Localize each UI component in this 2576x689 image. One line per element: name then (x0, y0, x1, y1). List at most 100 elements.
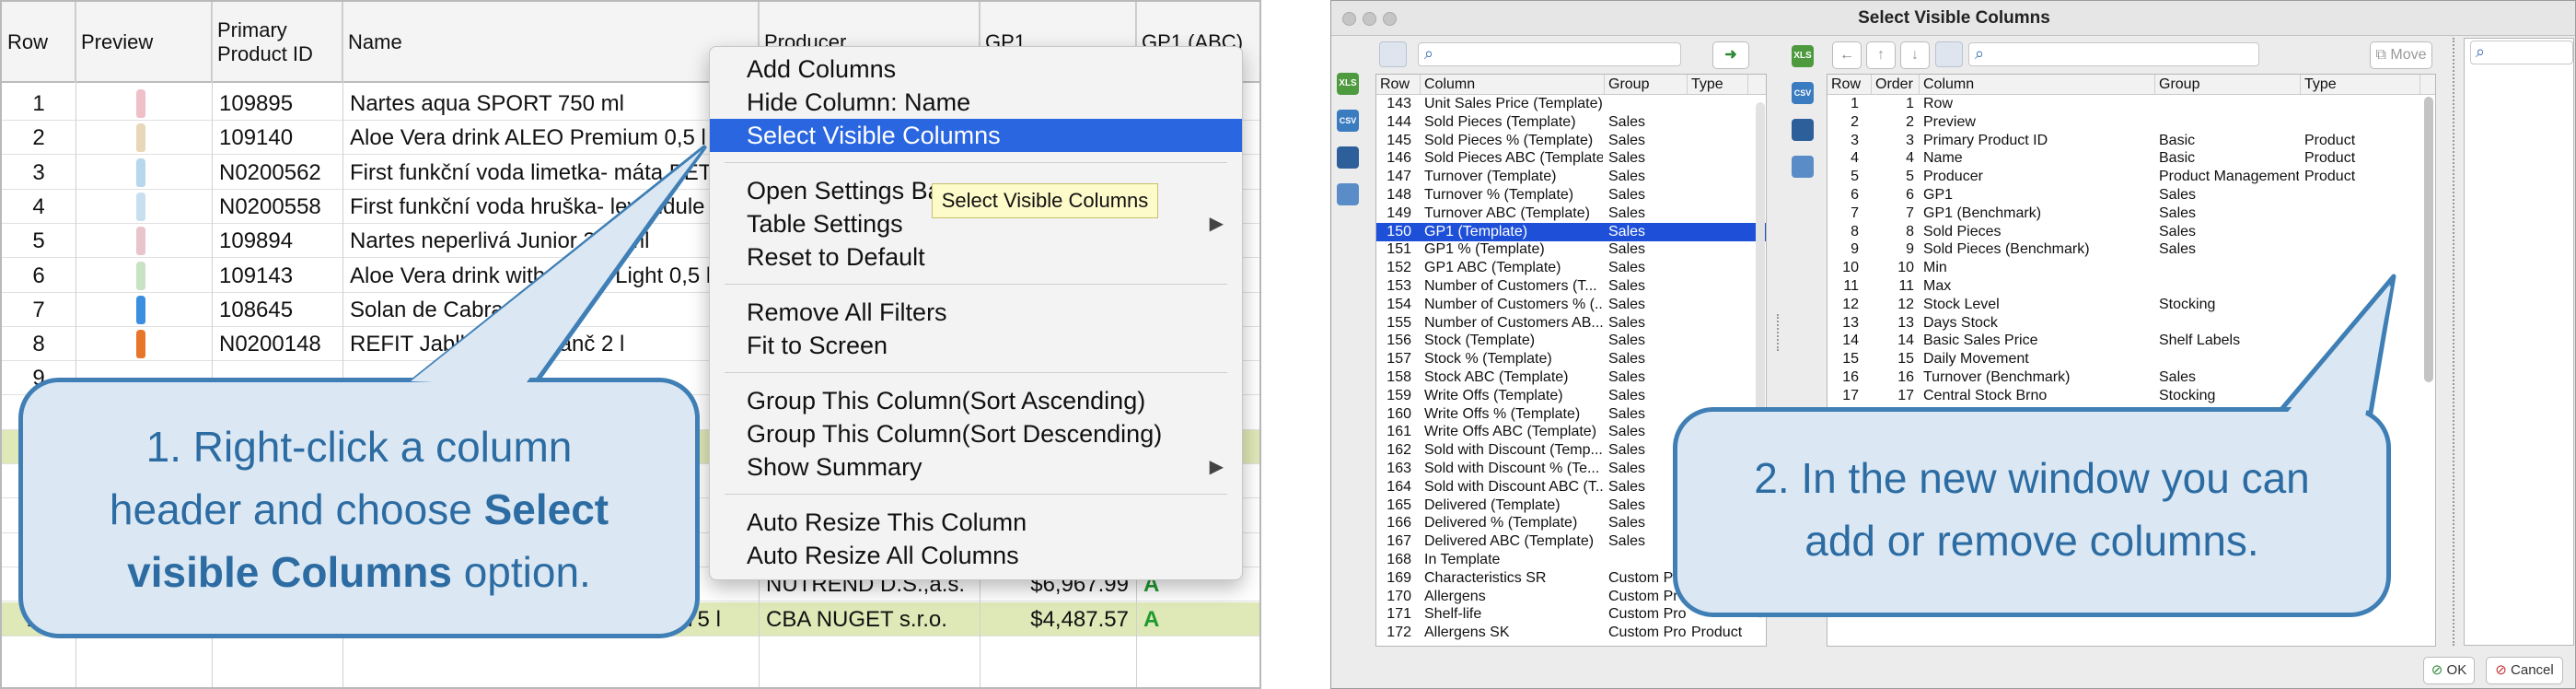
menu-item-label: Hide Column: Name (747, 88, 971, 116)
menu-item-auto-resize-all-columns[interactable]: Auto Resize All Columns (710, 539, 1242, 572)
visible-column-row[interactable]: 10 10 Min (1828, 259, 2435, 277)
header-primary-product-id[interactable]: Primary Product ID (212, 2, 342, 83)
table-settings-icon[interactable] (1337, 146, 1359, 169)
menu-item-auto-resize-this-column[interactable]: Auto Resize This Column (710, 506, 1242, 539)
cell: Product (1691, 625, 1743, 641)
visible-columns-search[interactable]: ⌕ (1968, 42, 2259, 66)
cancel-button[interactable]: ⊘ Cancel (2486, 657, 2563, 684)
ok-button[interactable]: ⊘ OK (2423, 657, 2475, 684)
cell: 13 (1897, 314, 1914, 331)
cell: Sales (2159, 223, 2197, 239)
visible-column-row[interactable]: 3 3 Primary Product ID Basic Product (1828, 132, 2435, 150)
menu-item-select-visible-columns[interactable]: Select Visible Columns (710, 119, 1242, 152)
menu-item-group-this-column-sort-descending[interactable]: Group This Column(Sort Descending) (710, 417, 1242, 450)
available-column-row[interactable]: 151 GP1 % (Template) Sales (1376, 240, 1766, 259)
available-column-row[interactable]: 148 Turnover % (Template) Sales (1376, 186, 1766, 204)
header-row[interactable]: Row (2, 2, 75, 83)
header-name[interactable]: Name (342, 2, 759, 83)
table-settings-icon-2[interactable] (1792, 119, 1814, 141)
available-column-row[interactable]: 156 Stock (Template) Sales (1376, 332, 1766, 350)
available-column-row[interactable]: 154 Number of Customers % (... Sales (1376, 296, 1766, 314)
available-column-row[interactable]: 172 Allergens SK Custom Properties Product (1376, 624, 1766, 642)
vcol-type[interactable]: Type (2301, 75, 2420, 95)
vcol-column[interactable]: Column (1920, 75, 2155, 95)
vcol-order[interactable]: Order (1872, 75, 1920, 95)
menu-item-show-summary[interactable]: Show Summary ▶ (710, 450, 1242, 484)
chart-icon-2[interactable] (1792, 156, 1814, 178)
visible-column-row[interactable]: 12 12 Stock Level Stocking (1828, 296, 2435, 314)
close-window-button[interactable] (1342, 12, 1356, 26)
visible-scrollbar[interactable] (2424, 97, 2433, 382)
splitter-handle[interactable] (1777, 314, 1782, 351)
visible-column-row[interactable]: 6 6 GP1 Sales (1828, 186, 2435, 204)
available-column-row[interactable]: 152 GP1 ABC (Template) Sales (1376, 259, 1766, 277)
cell: 3 (1851, 132, 1859, 148)
table-settings-button-2[interactable] (1935, 41, 1963, 67)
export-xls-icon-2[interactable]: XLS (1792, 45, 1814, 67)
visible-column-row[interactable]: 4 4 Name Basic Product (1828, 149, 2435, 168)
available-column-row[interactable]: 155 Number of Customers AB... Sales (1376, 314, 1766, 333)
menu-item-add-columns[interactable]: Add Columns (710, 53, 1242, 86)
visible-column-row[interactable]: 15 15 Daily Movement (1828, 350, 2435, 368)
cell: 10 (1897, 260, 1914, 276)
export-csv-icon-2[interactable]: CSV (1792, 82, 1814, 104)
cell: Sold with Discount % (Te... (1424, 461, 1600, 476)
visible-column-row[interactable]: 7 7 GP1 (Benchmark) Sales (1828, 204, 2435, 223)
move-down-button[interactable]: ↓ (1900, 41, 1930, 69)
cell: Sales (2159, 204, 2197, 221)
chart-icon[interactable] (1337, 183, 1359, 205)
visible-column-row[interactable]: 11 11 Max (1828, 277, 2435, 296)
export-xls-icon[interactable]: XLS (1337, 73, 1359, 95)
cell: Product (2304, 150, 2356, 167)
cell: 144 (1387, 113, 1411, 130)
col-group[interactable]: Group (1605, 75, 1688, 95)
remove-column-arrow-button[interactable]: ← (1832, 41, 1862, 69)
move-up-button[interactable]: ↑ (1866, 41, 1896, 69)
visible-column-row[interactable]: 17 17 Central Stock Brno Stocking Product (1828, 387, 2435, 405)
available-column-row[interactable]: 146 Sold Pieces ABC (Template) Sales (1376, 149, 1766, 168)
menu-item-remove-all-filters[interactable]: Remove All Filters (710, 296, 1242, 329)
zoom-window-button[interactable] (1383, 12, 1397, 26)
menu-item-group-this-column-sort-ascending[interactable]: Group This Column(Sort Ascending) (710, 384, 1242, 417)
available-column-row[interactable]: 150 GP1 (Template) Sales (1376, 222, 1766, 241)
visible-column-row[interactable]: 16 16 Turnover (Benchmark) Sales (1828, 368, 2435, 387)
available-columns-search[interactable]: ⌕ (1418, 42, 1681, 66)
vcol-group[interactable]: Group (2155, 75, 2301, 95)
available-column-row[interactable]: 149 Turnover ABC (Template) Sales (1376, 204, 1766, 223)
available-column-row[interactable]: 145 Sold Pieces % (Template) Sales (1376, 132, 1766, 150)
available-column-row[interactable]: 153 Number of Customers (T... Sales (1376, 277, 1766, 296)
col-type[interactable]: Type (1688, 75, 1748, 95)
col-column[interactable]: Column (1421, 75, 1605, 95)
minimize-window-button[interactable] (1363, 12, 1376, 26)
available-column-row[interactable]: 159 Write Offs (Template) Sales (1376, 387, 1766, 405)
vcol-row[interactable]: Row (1828, 75, 1872, 95)
visible-column-row[interactable]: 9 9 Sold Pieces (Benchmark) Sales (1828, 240, 2435, 259)
add-column-arrow-button[interactable]: ➜ (1712, 41, 1749, 69)
available-column-row[interactable]: 144 Sold Pieces (Template) Sales (1376, 113, 1766, 132)
visible-column-row[interactable]: 14 14 Basic Sales Price Shelf Labels (1828, 332, 2435, 350)
available-column-row[interactable]: 158 Stock ABC (Template) Sales (1376, 368, 1766, 387)
menu-item-fit-to-screen[interactable]: Fit to Screen (710, 329, 1242, 362)
available-column-row[interactable]: 157 Stock % (Template) Sales (1376, 350, 1766, 368)
visible-column-row[interactable]: 8 8 Sold Pieces Sales (1828, 223, 2435, 241)
header-preview[interactable]: Preview (75, 2, 212, 83)
visible-column-row[interactable]: 5 5 Producer Product Management Product (1828, 168, 2435, 186)
cell: Basic (2159, 132, 2196, 148)
table-settings-button[interactable] (1379, 41, 1407, 67)
menu-item-hide-column-name[interactable]: Hide Column: Name (710, 86, 1242, 119)
visible-column-row[interactable]: 2 2 Preview (1828, 113, 2435, 132)
cell: 163 (1387, 461, 1411, 476)
move-button[interactable]: ⧉ Move (2370, 41, 2432, 69)
menu-item-label: Table Settings (747, 210, 903, 238)
col-row[interactable]: Row (1376, 75, 1421, 95)
cell: Row (1923, 96, 1954, 111)
side-search[interactable]: ⌕ (2470, 41, 2573, 64)
splitter-handle-2[interactable] (2453, 38, 2458, 646)
product-name-cell: Aloe Vera drink ALEO Premium 0,5 l (350, 125, 706, 151)
available-column-row[interactable]: 143 Unit Sales Price (Template) (1376, 95, 1766, 113)
menu-item-reset-to-default[interactable]: Reset to Default (710, 240, 1242, 274)
visible-column-row[interactable]: 1 1 Row (1828, 95, 2435, 113)
available-column-row[interactable]: 147 Turnover (Template) Sales (1376, 168, 1766, 186)
export-csv-icon[interactable]: CSV (1337, 110, 1359, 132)
visible-column-row[interactable]: 13 13 Days Stock (1828, 314, 2435, 333)
